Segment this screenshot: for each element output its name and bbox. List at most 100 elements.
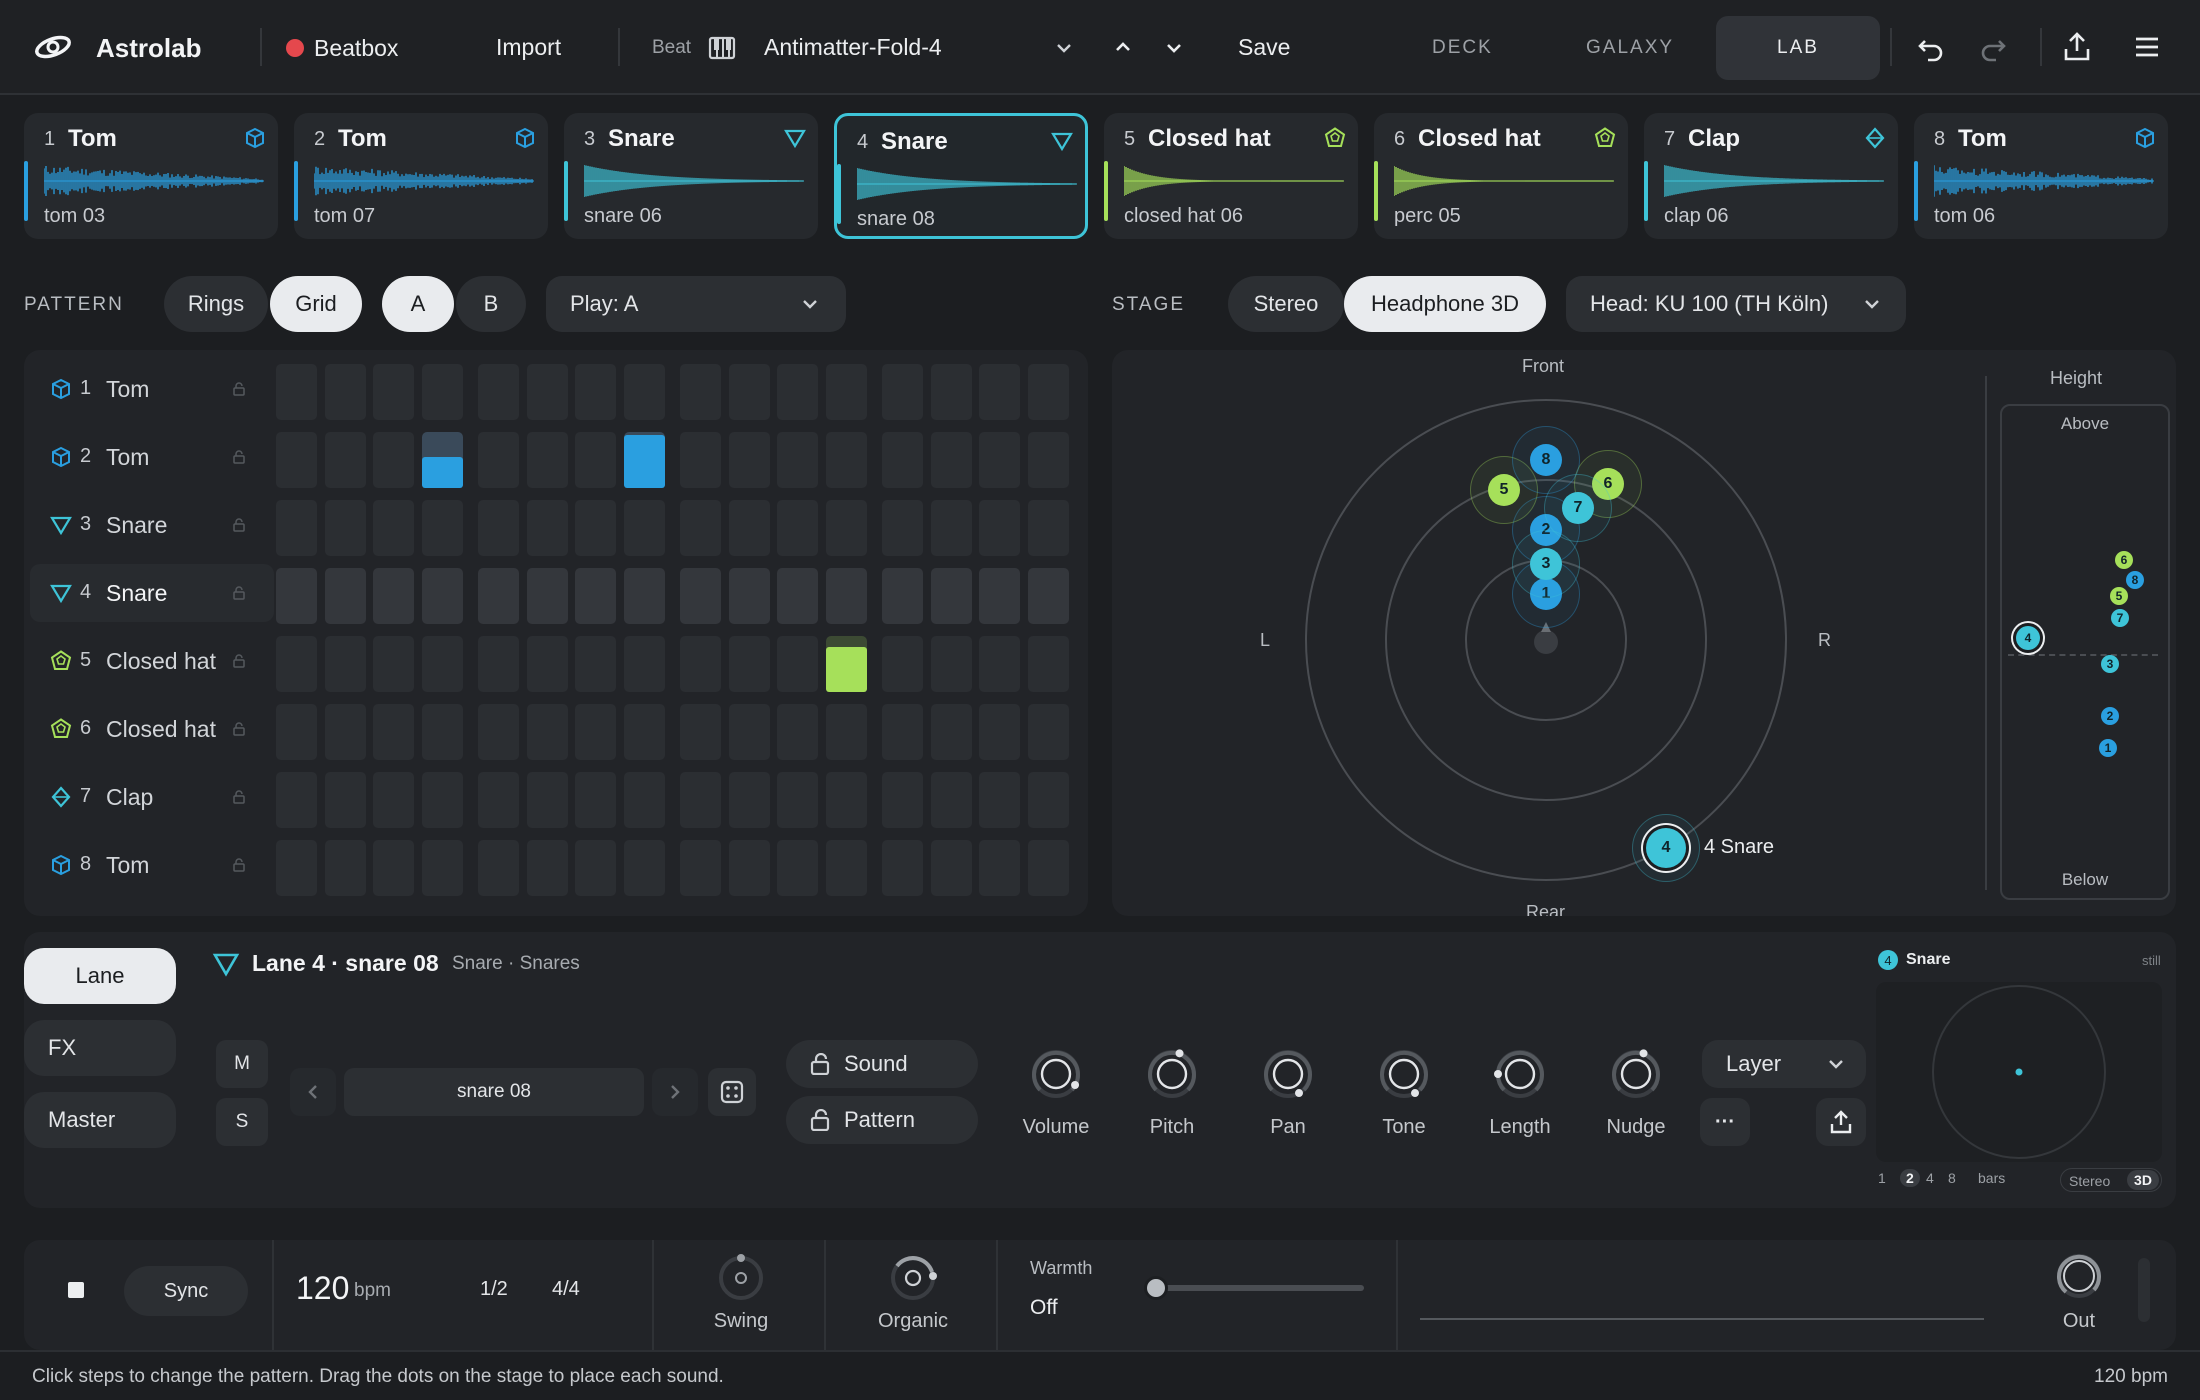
beat-name-select[interactable]: Antimatter-Fold-4 [764, 34, 942, 61]
step-cell[interactable] [777, 500, 818, 556]
step-cell[interactable] [526, 840, 568, 896]
swing-knob[interactable] [716, 1252, 766, 1302]
step-cell[interactable] [478, 772, 519, 828]
step-cell[interactable] [979, 500, 1020, 556]
tab-lane[interactable]: Lane [24, 948, 176, 1004]
step-cell[interactable] [478, 568, 519, 624]
height-dot-lane-8[interactable]: 8 [2126, 571, 2144, 589]
step-cell[interactable] [882, 500, 923, 556]
height-dot-lane-3[interactable]: 3 [2101, 655, 2119, 673]
step-cell[interactable] [728, 840, 770, 896]
head-model-select[interactable]: Head: KU 100 (TH Köln) [1566, 276, 1906, 332]
step-cell[interactable] [526, 772, 568, 828]
sample-name-field[interactable]: snare 08 [344, 1068, 644, 1116]
step-cell[interactable] [373, 636, 414, 692]
step-cell[interactable] [421, 772, 463, 828]
stage-headphone-3d-button[interactable]: Headphone 3D [1344, 276, 1546, 332]
step-cell[interactable] [680, 704, 721, 760]
step-cell[interactable] [575, 636, 616, 692]
bars-option-1[interactable]: 1 [1878, 1170, 1886, 1186]
view-grid-button[interactable]: Grid [270, 276, 362, 332]
step-cell[interactable] [324, 704, 366, 760]
beatbox-record-button[interactable]: Beatbox [286, 30, 398, 66]
step-cell[interactable] [728, 500, 770, 556]
stage-dot-lane-5[interactable]: 5 [1488, 474, 1520, 506]
step-cell[interactable] [777, 568, 818, 624]
step-cell[interactable] [825, 636, 867, 692]
step-cell[interactable] [777, 840, 818, 896]
more-options-button[interactable]: ··· [1700, 1098, 1750, 1146]
height-dot-lane-2[interactable]: 2 [2101, 707, 2119, 725]
prev-sample-button[interactable] [290, 1068, 336, 1116]
step-cell[interactable] [575, 364, 616, 420]
tab-lab[interactable]: LAB [1716, 16, 1880, 80]
height-dot-lane-5[interactable]: 5 [2110, 587, 2128, 605]
step-cell[interactable] [777, 704, 818, 760]
lane-card-1[interactable]: 1 Tom tom 03 [24, 113, 278, 239]
step-cell[interactable] [1027, 636, 1069, 692]
step-cell[interactable] [324, 568, 366, 624]
undo-icon[interactable] [1916, 33, 1946, 63]
step-cell[interactable] [680, 772, 721, 828]
mute-button[interactable]: M [216, 1040, 268, 1088]
step-cell[interactable] [478, 840, 519, 896]
step-cell[interactable] [526, 568, 568, 624]
step-cell[interactable] [623, 772, 665, 828]
pattern-lane-8[interactable]: 8 Tom [30, 836, 274, 894]
step-cell[interactable] [421, 500, 463, 556]
step-cell[interactable] [930, 840, 972, 896]
view-rings-button[interactable]: Rings [164, 276, 268, 332]
step-cell[interactable] [1027, 364, 1069, 420]
height-dot-lane-1[interactable]: 1 [2099, 739, 2117, 757]
step-cell[interactable] [979, 636, 1020, 692]
stage-dot-lane-3[interactable]: 3 [1530, 548, 1562, 580]
step-cell[interactable] [825, 840, 867, 896]
step-cell[interactable] [930, 432, 972, 488]
mini-stage-field[interactable] [1876, 982, 2162, 1162]
step-cell[interactable] [882, 636, 923, 692]
step-cell[interactable] [623, 704, 665, 760]
layer-select[interactable]: Layer [1702, 1040, 1866, 1088]
tab-master[interactable]: Master [24, 1092, 176, 1148]
step-cell[interactable] [575, 500, 616, 556]
step-cell[interactable] [276, 840, 317, 896]
step-cell[interactable] [526, 364, 568, 420]
step-cell[interactable] [930, 636, 972, 692]
step-cell[interactable] [623, 840, 665, 896]
pattern-lane-4[interactable]: 4 Snare [30, 564, 274, 622]
import-button[interactable]: Import [496, 34, 561, 61]
step-cell[interactable] [680, 432, 721, 488]
step-cell[interactable] [373, 704, 414, 760]
step-cell[interactable] [623, 500, 665, 556]
mini-view-stereo[interactable]: Stereo [2069, 1173, 2110, 1189]
step-cell[interactable] [478, 500, 519, 556]
tab-deck[interactable]: DECK [1432, 37, 1493, 59]
nudge-knob[interactable] [1608, 1046, 1664, 1102]
step-cell[interactable] [680, 500, 721, 556]
step-cell[interactable] [324, 500, 366, 556]
step-cell[interactable] [324, 364, 366, 420]
mini-view-3d[interactable]: 3D [2127, 1170, 2159, 1190]
height-dot-lane-4[interactable]: 4 [2016, 626, 2040, 650]
step-cell[interactable] [421, 568, 463, 624]
step-cell[interactable] [324, 772, 366, 828]
tone-knob[interactable] [1376, 1046, 1432, 1102]
unlock-icon[interactable] [232, 586, 246, 600]
sync-button[interactable]: Sync [124, 1266, 248, 1316]
step-cell[interactable] [825, 568, 867, 624]
step-cell[interactable] [930, 500, 972, 556]
export-lane-button[interactable] [1816, 1098, 1866, 1146]
lane-card-4[interactable]: 4 Snare snare 08 [834, 113, 1088, 239]
solo-button[interactable]: S [216, 1098, 268, 1146]
length-knob[interactable] [1492, 1046, 1548, 1102]
step-cell[interactable] [324, 840, 366, 896]
step-cell[interactable] [373, 568, 414, 624]
step-cell[interactable] [421, 432, 463, 488]
step-cell[interactable] [276, 432, 317, 488]
bars-option-8[interactable]: 8 [1948, 1170, 1956, 1186]
unlock-icon[interactable] [232, 450, 246, 464]
lane-card-2[interactable]: 2 Tom tom 07 [294, 113, 548, 239]
bars-option-2[interactable]: 2 [1900, 1169, 1920, 1187]
step-cell[interactable] [575, 840, 616, 896]
step-cell[interactable] [680, 364, 721, 420]
